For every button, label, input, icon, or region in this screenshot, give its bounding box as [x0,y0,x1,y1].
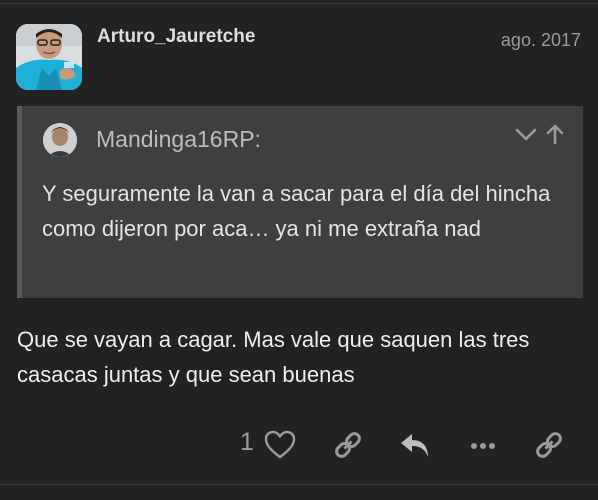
bottom-divider [0,484,598,485]
ellipsis-icon[interactable] [466,428,500,462]
heart-icon[interactable] [263,428,297,462]
arrow-up-icon[interactable] [543,122,567,146]
link-icon[interactable] [331,428,365,462]
user-avatar[interactable] [16,24,82,90]
quote-author: Mandinga16RP: [96,126,261,152]
reply-icon[interactable] [398,428,432,462]
post-username[interactable]: Arturo_Jauretche [97,26,255,48]
share-link-icon[interactable] [532,428,566,462]
like-count[interactable]: 1 [240,428,254,457]
post-date[interactable]: ago. 2017 [501,30,581,51]
top-divider [0,3,598,4]
quote-text: Y seguramente la van a sacar para el día… [42,181,551,241]
quote-block: Mandinga16RP: Y seguramente la van a sac… [17,106,583,298]
quote-author-avatar[interactable] [43,123,77,157]
chevron-down-icon[interactable] [514,122,538,146]
post-body: Que se vayan a cagar. Mas vale que saque… [17,327,530,387]
post-actions: 1 [0,424,598,464]
